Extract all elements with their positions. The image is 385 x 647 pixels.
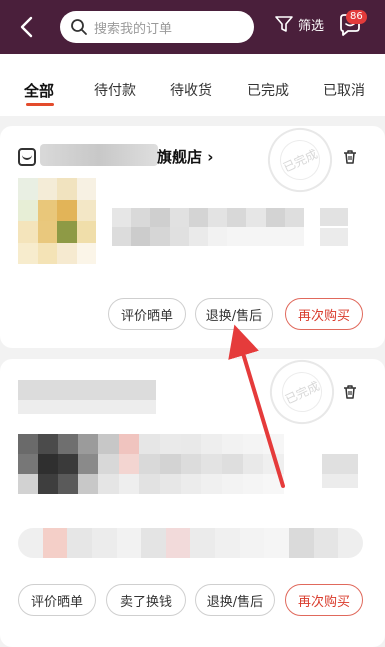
buy-again-button[interactable]: 再次购买 bbox=[285, 584, 363, 616]
quantity-redacted bbox=[322, 474, 358, 488]
filter-icon bbox=[275, 16, 293, 32]
review-button[interactable]: 评价晒单 bbox=[18, 584, 96, 616]
buy-again-button[interactable]: 再次购买 bbox=[285, 298, 363, 330]
store-icon bbox=[18, 148, 36, 166]
filter-label: 筛选 bbox=[298, 18, 325, 34]
store-name-redacted bbox=[18, 380, 156, 400]
price-redacted bbox=[322, 454, 358, 474]
store-name-redacted bbox=[40, 144, 158, 166]
review-button[interactable]: 评价晒单 bbox=[108, 298, 186, 330]
message-badge: 86 bbox=[346, 10, 367, 24]
top-bar: 搜索我的订单 筛选 86 bbox=[0, 0, 385, 54]
product-image[interactable] bbox=[18, 178, 96, 264]
product-image[interactable] bbox=[18, 434, 98, 494]
return-exchange-button[interactable]: 退换/售后 bbox=[195, 298, 273, 330]
search-placeholder: 搜索我的订单 bbox=[94, 21, 173, 37]
product-title-redacted bbox=[112, 208, 304, 246]
price-redacted bbox=[320, 208, 348, 226]
return-exchange-button[interactable]: 退换/售后 bbox=[195, 584, 275, 616]
tab-cancelled[interactable]: 已取消 bbox=[323, 80, 365, 100]
tab-active-indicator bbox=[26, 103, 54, 106]
tab-pending-payment[interactable]: 待付款 bbox=[94, 80, 136, 100]
filter-button[interactable]: 筛选 bbox=[274, 14, 324, 34]
store-name[interactable]: 旗舰店 › bbox=[157, 146, 213, 167]
service-info-redacted[interactable] bbox=[18, 528, 363, 558]
delete-icon[interactable] bbox=[342, 384, 358, 400]
tab-all[interactable]: 全部 bbox=[24, 80, 54, 101]
sell-button[interactable]: 卖了换钱 bbox=[106, 584, 186, 616]
search-icon bbox=[71, 19, 87, 35]
quantity-redacted bbox=[320, 228, 348, 246]
store-row[interactable] bbox=[18, 146, 36, 168]
product-title-redacted bbox=[98, 434, 284, 494]
tab-pending-receipt[interactable]: 待收货 bbox=[170, 80, 212, 100]
search-input[interactable]: 搜索我的订单 bbox=[60, 11, 254, 43]
store-name-redacted bbox=[18, 400, 156, 414]
back-icon[interactable] bbox=[12, 12, 42, 42]
tab-completed[interactable]: 已完成 bbox=[247, 80, 289, 100]
delete-icon[interactable] bbox=[342, 149, 358, 165]
